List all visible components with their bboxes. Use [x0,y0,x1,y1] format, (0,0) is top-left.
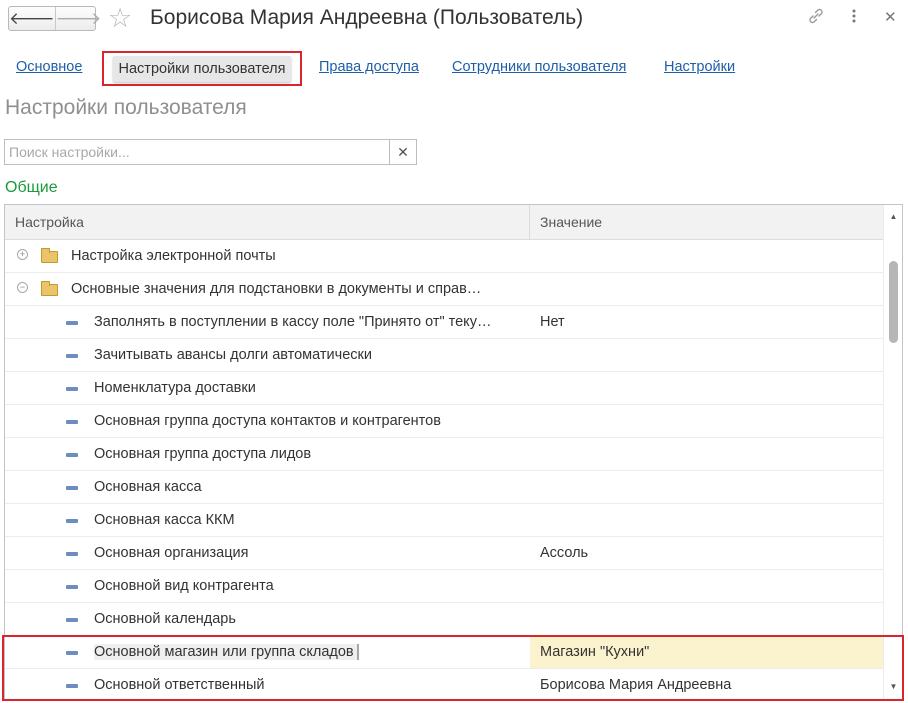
setting-name: Основная группа доступа лидов [94,446,534,462]
setting-value[interactable] [530,273,883,305]
scroll-up-icon[interactable]: ▲ [884,212,902,221]
back-button[interactable]: 🡐 [9,7,56,30]
table-row[interactable]: Основная группа доступа лидов [5,438,883,471]
setting-item-icon [66,585,78,589]
setting-name-text: Настройка электронной почты [71,248,276,264]
setting-name: Основная касса ККМ [94,512,534,528]
search-field[interactable] [4,139,390,165]
setting-item-icon [66,387,78,391]
table-row[interactable]: Основной вид контрагента [5,570,883,603]
table-row[interactable]: + Настройка электронной почты [5,240,883,273]
more-vertical-icon[interactable] [850,6,858,31]
setting-item-icon [66,519,78,523]
table-row[interactable]: Основная группа доступа контактов и конт… [5,405,883,438]
link-icon[interactable] [806,6,826,31]
setting-name: Основной вид контрагента [94,578,534,594]
tab-user-employees[interactable]: Сотрудники пользователя [452,59,626,75]
setting-name: Основная группа доступа контактов и конт… [94,413,534,429]
column-header-setting[interactable]: Настройка [15,214,84,230]
setting-name-text: Основной календарь [94,611,236,627]
setting-value[interactable] [530,372,883,404]
clear-icon: ✕ [397,143,409,160]
setting-value[interactable]: Нет [530,306,883,338]
setting-item-icon [66,552,78,556]
setting-item-icon [66,486,78,490]
scrollbar-thumb[interactable] [889,261,898,343]
setting-item-icon [66,453,78,457]
setting-name: Основные значения для подстановки в доку… [71,281,511,297]
table-row[interactable]: Основная организация Ассоль [5,537,883,570]
star-icon[interactable]: ☆ [108,3,132,33]
clear-search-button[interactable]: ✕ [390,139,417,165]
setting-value[interactable] [530,240,883,272]
expand-icon[interactable]: + [17,249,28,260]
table-header: Настройка Значение [5,205,883,240]
settings-table[interactable]: Настройка Значение + Настройка электронно… [4,204,903,700]
setting-name: Основная касса [94,479,534,495]
forward-button[interactable]: 🡒 [56,7,102,30]
close-icon[interactable]: ✕ [884,8,897,26]
setting-value[interactable] [530,471,883,503]
folder-icon [41,248,58,263]
setting-value[interactable] [530,504,883,536]
setting-value[interactable] [530,570,883,602]
arrow-left-icon: 🡐 [9,8,55,28]
setting-value[interactable] [530,438,883,470]
setting-item-icon [66,354,78,358]
setting-name-text: Основная группа доступа лидов [94,446,312,462]
setting-item-icon [66,618,78,622]
setting-name: Основной календарь [94,611,534,627]
setting-name-text: Основная организация [94,545,249,561]
setting-name-text: Заполнять в поступлении в кассу поле "Пр… [94,314,492,330]
setting-value[interactable] [530,405,883,437]
collapse-icon[interactable]: − [17,282,28,293]
setting-name: Настройка электронной почты [71,248,511,264]
tab-settings[interactable]: Настройки [664,59,735,75]
setting-name-text: Зачитывать авансы долги автоматически [94,347,372,363]
table-row[interactable]: − Основные значения для подстановки в док… [5,273,883,306]
setting-item-icon [66,321,78,325]
column-divider[interactable] [529,205,530,240]
section-title: Настройки пользователя [5,96,247,119]
setting-name: Зачитывать авансы долги автоматически [94,347,534,363]
tab-label: Настройки пользователя [112,55,292,82]
table-row[interactable]: Основной календарь [5,603,883,636]
table-body: + Настройка электронной почты − Основные зн… [5,240,883,699]
navigation-buttons: 🡐 🡒 [8,6,101,31]
setting-item-icon [66,420,78,424]
column-header-value[interactable]: Значение [540,214,602,230]
setting-value[interactable]: Ассоль [530,537,883,569]
setting-name: Основная организация [94,545,534,561]
setting-name: Заполнять в поступлении в кассу поле "Пр… [94,314,534,330]
setting-value[interactable] [530,603,883,635]
setting-name-text: Основная касса ККМ [94,512,235,528]
tab-main[interactable]: Основное [16,59,82,75]
setting-name-text: Основные значения для подстановки в доку… [71,281,482,297]
search-input[interactable] [5,140,389,164]
table-row[interactable]: Зачитывать авансы долги автоматически [5,339,883,372]
setting-name: Номенклатура доставки [94,380,534,396]
table-row[interactable]: Номенклатура доставки [5,372,883,405]
table-row[interactable]: Заполнять в поступлении в кассу поле "Пр… [5,306,883,339]
vertical-scrollbar[interactable]: ▲ ▼ [883,205,902,699]
table-row[interactable]: Основная касса [5,471,883,504]
tab-user-settings[interactable]: Настройки пользователя [102,51,302,86]
arrow-right-icon: 🡒 [55,8,102,28]
setting-name-text: Основной вид контрагента [94,578,274,594]
setting-name-text: Основная группа доступа контактов и конт… [94,413,441,429]
setting-name-text: Номенклатура доставки [94,380,256,396]
table-row[interactable]: Основная касса ККМ [5,504,883,537]
tab-access-rights[interactable]: Права доступа [319,59,419,75]
setting-value[interactable] [530,339,883,371]
form-tabs: Основное Настройки пользователя Права до… [0,48,908,88]
group-title: Общие [5,179,58,196]
highlight-frame [2,635,904,701]
setting-name-text: Основная касса [94,479,202,495]
folder-icon [41,281,58,296]
title-bar: 🡐 🡒 ☆ Борисова Мария Андреевна (Пользова… [0,0,908,38]
window-title: Борисова Мария Андреевна (Пользователь) [150,6,584,29]
